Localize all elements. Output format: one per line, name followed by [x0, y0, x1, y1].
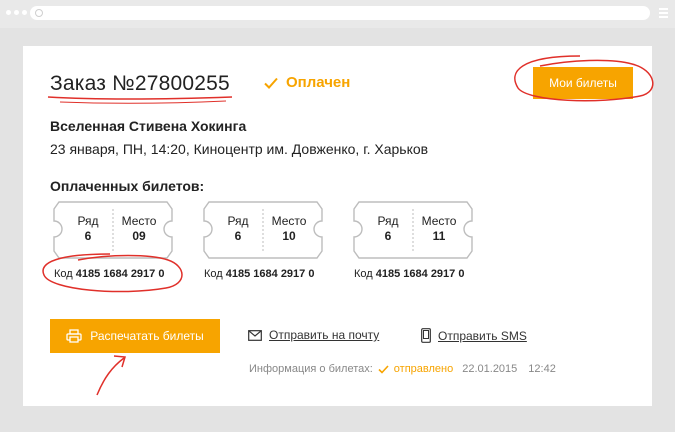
seat-label: Место: [421, 214, 457, 228]
phone-icon: [421, 328, 431, 343]
code-value: 4185 1684 2917 0: [375, 268, 465, 280]
info-label: Информация о билетах:: [249, 363, 373, 375]
window-dot-icon[interactable]: [14, 10, 19, 15]
ticket-seat: Место 09: [113, 214, 165, 244]
seat-label: Место: [271, 214, 307, 228]
row-label: Ряд: [227, 214, 249, 228]
ticket-seat: Место 10: [263, 214, 315, 244]
check-icon: [264, 77, 278, 89]
code-label: Код: [204, 268, 223, 280]
code-label: Код: [54, 268, 73, 280]
event-title: Вселенная Стивена Хокинга: [50, 118, 247, 134]
ticket-row: Ряд 6: [63, 214, 113, 244]
ticket-code: Код 4185 1684 2917 0: [354, 268, 464, 280]
send-email-link[interactable]: Отправить на почту: [248, 328, 379, 342]
row-label: Ряд: [77, 214, 99, 228]
seat-value: 11: [432, 229, 446, 243]
tickets-heading: Оплаченных билетов:: [50, 178, 205, 194]
window-dot-icon[interactable]: [6, 10, 11, 15]
row-label: Ряд: [377, 214, 399, 228]
info-date: 22.01.2015: [462, 363, 518, 375]
payment-status-label: Оплачен: [286, 74, 351, 91]
send-sms-label[interactable]: Отправить SMS: [438, 329, 527, 343]
seat-value: 10: [282, 229, 296, 243]
send-sms-link[interactable]: Отправить SMS: [421, 328, 527, 343]
event-details: 23 января, ПН, 14:20, Киноцентр им. Довж…: [50, 141, 429, 157]
info-status: отправлено: [393, 363, 454, 375]
my-tickets-button[interactable]: Мои билеты: [533, 67, 633, 99]
window-dot-icon[interactable]: [22, 10, 27, 15]
printer-icon: [66, 329, 82, 343]
browser-menu-icon[interactable]: [659, 8, 668, 18]
print-tickets-button[interactable]: Распечатать билеты: [50, 319, 220, 353]
ticket-seat: Место 11: [413, 214, 465, 244]
tickets-info: Информация о билетах: отправлено 22.01.2…: [249, 363, 556, 375]
envelope-icon: [248, 329, 262, 341]
send-email-label[interactable]: Отправить на почту: [269, 328, 379, 342]
ticket-row: Ряд 6: [363, 214, 413, 244]
code-label: Код: [354, 268, 373, 280]
payment-status: Оплачен: [264, 74, 350, 91]
ticket-card[interactable]: Ряд 6 Место 11: [351, 201, 475, 259]
check-icon: [378, 364, 389, 374]
row-value: 6: [234, 229, 242, 243]
ticket-row: Ряд 6: [213, 214, 263, 244]
ticket-code: Код 4185 1684 2917 0: [54, 268, 164, 280]
print-tickets-label: Распечатать билеты: [90, 329, 204, 343]
window-controls[interactable]: [6, 10, 27, 15]
ticket-card[interactable]: Ряд 6 Место 10: [201, 201, 325, 259]
ticket-code: Код 4185 1684 2917 0: [204, 268, 314, 280]
seat-label: Место: [121, 214, 157, 228]
row-value: 6: [84, 229, 92, 243]
info-time: 12:42: [528, 363, 556, 375]
ticket-card[interactable]: Ряд 6 Место 09: [51, 201, 175, 259]
code-value: 4185 1684 2917 0: [75, 268, 165, 280]
seat-value: 09: [132, 229, 146, 243]
site-info-icon: [35, 9, 43, 17]
code-value: 4185 1684 2917 0: [225, 268, 315, 280]
row-value: 6: [384, 229, 392, 243]
order-title: Заказ №27800255: [50, 72, 230, 95]
browser-toolbar: [0, 0, 675, 28]
address-bar[interactable]: [30, 6, 650, 20]
